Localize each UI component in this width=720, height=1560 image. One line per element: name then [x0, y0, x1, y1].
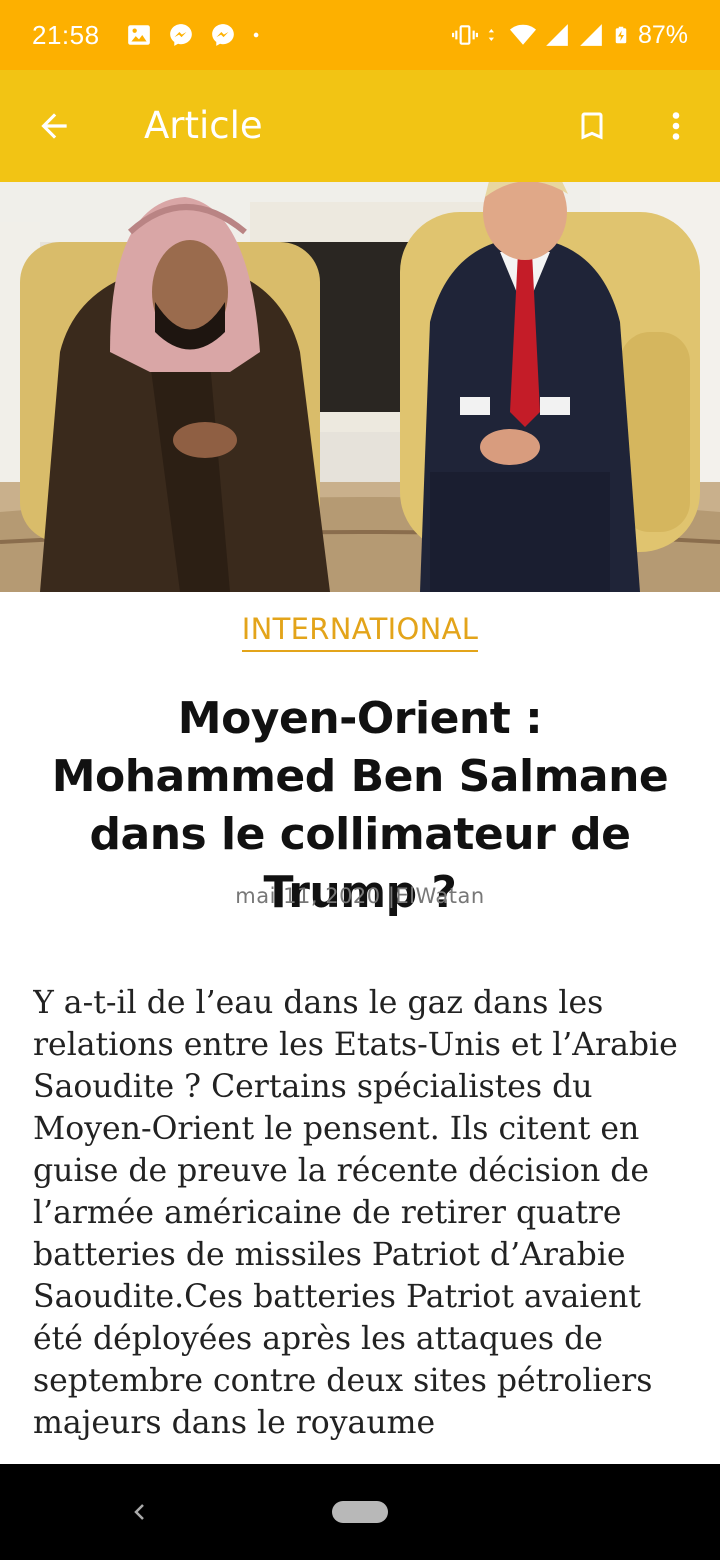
- article-meta: mai 11, 2020 |ElWatan: [235, 884, 485, 908]
- more-vert-icon: [672, 112, 680, 140]
- app-bar: Article: [0, 70, 720, 182]
- system-nav-bar: [0, 1464, 720, 1560]
- battery-percent: 87%: [637, 20, 688, 49]
- status-bar: 21:58 87%: [0, 0, 720, 70]
- wifi-icon: [509, 24, 536, 45]
- back-button[interactable]: [28, 100, 80, 152]
- battery-charging-icon: [615, 26, 627, 44]
- status-time: 21:58: [32, 19, 100, 50]
- data-arrows-icon: [488, 29, 494, 41]
- chevron-left-icon: [134, 1504, 144, 1520]
- more-options-button[interactable]: [650, 100, 702, 152]
- nav-back-button[interactable]: [120, 1492, 160, 1532]
- arrow-back-icon: [41, 113, 67, 139]
- signal-icon: [546, 24, 568, 46]
- vibrate-icon: [451, 25, 478, 45]
- article-hero-image: [0, 182, 720, 592]
- bookmark-button[interactable]: [566, 100, 618, 152]
- bookmark-icon: [581, 112, 603, 140]
- page-title: Article: [144, 104, 263, 147]
- article-photo: [0, 182, 720, 592]
- article-body: Y a-t-il de l’eau dans le gaz dans les r…: [33, 985, 678, 1441]
- messenger-icon: [211, 24, 234, 46]
- status-system-icons: 87%: [451, 20, 688, 50]
- image-icon: [127, 25, 150, 45]
- nav-home-pill[interactable]: [332, 1501, 388, 1523]
- dot-icon: [253, 32, 258, 38]
- article-category: INTERNATIONAL: [0, 612, 720, 652]
- category-link[interactable]: INTERNATIONAL: [241, 612, 479, 652]
- status-notification-icons: [126, 22, 266, 48]
- messenger-icon: [169, 24, 192, 46]
- signal-icon: [580, 24, 602, 46]
